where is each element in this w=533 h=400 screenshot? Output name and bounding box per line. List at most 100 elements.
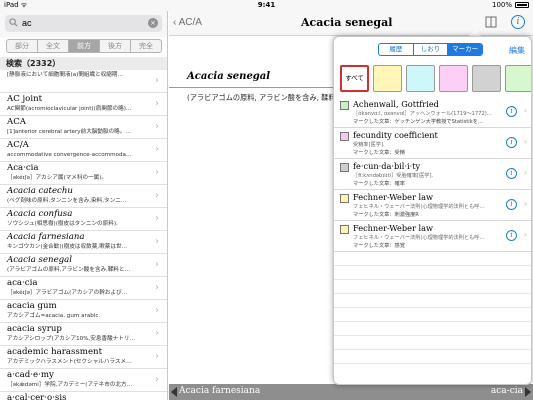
next-entry-link[interactable]: aca-cia [491,386,523,396]
marker-list-item[interactable]: Fechner-Weber law フェヒネル・ウェーバー法則(心理物理学的法則と… [334,221,531,252]
list-item[interactable]: Acacia farnesiana キンゴウカン(金合歓)(樹皮は収斂薬,嗽薬は世… [0,231,167,254]
result-snippet: ソウシジュ(相思樹)(樹皮はタンニンの原料). [7,221,118,227]
edit-button[interactable]: 編集 [509,45,525,56]
marker-color-swatch[interactable] [439,65,468,92]
popover-tab-1[interactable]: しおり [414,44,449,55]
info-icon[interactable]: i [506,106,517,117]
list-item[interactable]: a·cad·e·my ［əkǽdəmi］学院,アカデミー(アテネ市の北方… › [0,369,167,392]
search-mode-1[interactable]: 全文 [38,40,69,52]
chevron-right-icon: › [155,167,159,178]
list-item[interactable]: acacia syrup アカシアシロップ(アカシア10%,安息香酸ナトリ… › [0,323,167,346]
marker-filter-all[interactable]: すべて [340,65,369,92]
marker-color-swatch[interactable] [505,65,531,92]
popover-tab-0[interactable]: 履歴 [379,44,414,55]
chevron-right-icon: › [523,199,527,208]
result-snippet: [静脈液において細胞間液(a)間組織と収縮期… [7,72,124,78]
chevron-right-icon: › [155,75,159,86]
marker-snippet: ［ɑ́kənvɑːl, ɑxənvɑl］アッヘンウォール(1719～1772)… [353,111,492,117]
search-mode-0[interactable]: 部分 [7,40,38,52]
chevron-right-icon: › [155,190,159,201]
chevron-right-icon: › [523,230,527,239]
result-snippet: accommodative convergence-accommoda… [7,152,132,158]
result-headword: ACA [7,117,26,127]
list-item[interactable]: Aca·cia ［əkéɪʃə］アカシア属(マメ科の一属)。 › [0,162,167,185]
chevron-right-icon: › [523,106,527,115]
marker-color-swatch [340,101,349,110]
result-headword: Acacia confusa [7,209,73,219]
chevron-right-icon: › [155,305,159,316]
marker-headword: Fechner-Weber law [353,192,433,202]
previous-entry-link[interactable]: Acacia farnesiana [179,386,260,396]
result-headword: a·cad·e·my [7,370,54,380]
marker-list-item[interactable]: Fechner-Weber law フェヒネル・ウェーバー法則(心理物理学的法則と… [334,190,531,221]
result-snippet: ［əkǽdəmi］学院,アカデミー(アテネ市の北方… [7,382,133,388]
popover-tab-2[interactable]: マーカー [448,44,482,55]
empty-row [334,322,531,336]
previous-arrow-icon[interactable] [171,387,177,397]
marker-list-item[interactable]: fe·cun·da·bil·i·ty ［fiːkʌndəbɪlɪti］受胎確率[医… [334,159,531,190]
marker-color-swatch[interactable] [406,65,435,92]
marker-snippet: ［fiːkʌndəbɪlɪti］受胎確率[医学]. [353,173,434,179]
result-snippet: [1]anterior cerebral artery前大脳動脈の略。… [7,129,131,135]
search-mode-2[interactable]: 前方 [69,40,100,52]
marker-marked-text: マークした文章：刺激強度R [353,212,419,218]
info-icon[interactable]: i [506,137,517,148]
chevron-right-icon: › [155,351,159,362]
info-icon[interactable]: i [506,230,517,241]
list-item[interactable]: academic harassment アカデミックハラスメント(セクシャルハラス… [0,346,167,369]
info-icon[interactable]: i [511,15,525,29]
list-item[interactable]: aca·cia ［əkéɪʃə］アラビアゴム(アカシアの幹および… › [0,277,167,300]
list-item[interactable]: Acacia senegal (アラビアゴムの原料,アラビン酸を含み,鞣料と… › [0,254,167,277]
result-headword: acacia syrup [7,324,62,334]
battery-percent: 100% [491,1,512,9]
book-icon[interactable] [485,16,497,28]
marker-color-swatch [340,163,349,172]
result-headword: Acacia senegal [7,255,73,265]
result-snippet: (ペグ剤味の原料,タンニンを含み,染料,タンニ… [7,198,127,204]
list-item[interactable]: a·cal·cer·o·sis［əkælsəróʊsɪs］無カルシウム症(カルシ… [0,392,167,400]
chevron-right-icon: › [155,98,159,109]
list-item[interactable]: [静脈液において細胞間液(a)間組織と収縮期… › [0,70,167,93]
result-headword: aca·cia [7,278,38,288]
marker-color-swatch[interactable] [472,65,501,92]
marker-color-swatch[interactable] [373,65,402,92]
marker-color-filter: すべて [340,65,531,93]
clear-icon[interactable]: × [148,18,158,28]
list-item[interactable]: Acacia confusa ソウシジュ(相思樹)(樹皮はタンニンの原料). › [0,208,167,231]
list-item[interactable]: AC/A accommodative convergence-accommoda…… [0,139,167,162]
battery-indicator: 100% [492,1,529,9]
entry-headword: Acacia senegal [187,71,271,82]
list-item[interactable]: acacia gum アカシアゴム=acacia, gum arabic. › [0,300,167,323]
list-item[interactable]: Acacia catechu (ペグ剤味の原料,タンニンを含み,染料,タンニ… › [0,185,167,208]
info-icon[interactable]: i [506,168,517,179]
empty-row [334,280,531,294]
empty-row [334,252,531,266]
marker-headword: fecundity coefficient [353,130,438,140]
entry-definition: (アラビアゴムの原料, アラビン酸を含み, 鞣料と… [187,93,350,102]
marker-popover: 履歴 しおり マーカー 編集 すべて Achenwall, Gottfried ［ɑ́… [333,36,532,385]
marker-color-swatch [340,194,349,203]
marker-list-item[interactable]: fecundity coefficient 受精率[医学]. マークした文章：受精 i… [334,128,531,159]
list-item[interactable]: ACA [1]anterior cerebral artery前大脳動脈の略。… › [0,116,167,139]
next-arrow-icon[interactable] [525,387,531,397]
result-headword: a·cal·cer·o·sis [7,393,67,400]
results-list: [静脈液において細胞間液(a)間組織と収縮期… › AC joint AC関節(acr… [0,70,167,400]
search-icon [9,18,18,27]
empty-row [334,336,531,350]
entry-footer-nav: Acacia farnesiana aca-cia [169,384,533,400]
marker-snippet: フェヒネル・ウェーバー法則(心理物理学的法則とも呼… [353,235,485,241]
search-mode-4[interactable]: 完全 [131,40,161,52]
info-icon[interactable]: i [506,199,517,210]
search-input[interactable]: ac × [5,15,162,32]
result-headword: academic harassment [7,347,103,357]
list-item[interactable]: AC joint AC関節(acromioclavicular joint)(肩関… [0,93,167,116]
marker-marked-text: マークした文章：ゲッチンゲン大学教授でStatistikを… [353,119,484,125]
result-headword: acacia gum [7,301,57,311]
marker-list-item[interactable]: Achenwall, Gottfried ［ɑ́kənvɑːl, ɑxənvɑl］… [334,97,531,128]
search-mode-3[interactable]: 後方 [100,40,131,52]
back-button[interactable]: ‹ AC/A [173,17,202,28]
clock: 9:41 [257,1,276,9]
result-snippet: アカシアゴム=acacia, gum arabic. [7,313,101,319]
result-headword: Acacia farnesiana [7,232,85,242]
chevron-right-icon: › [155,144,159,155]
